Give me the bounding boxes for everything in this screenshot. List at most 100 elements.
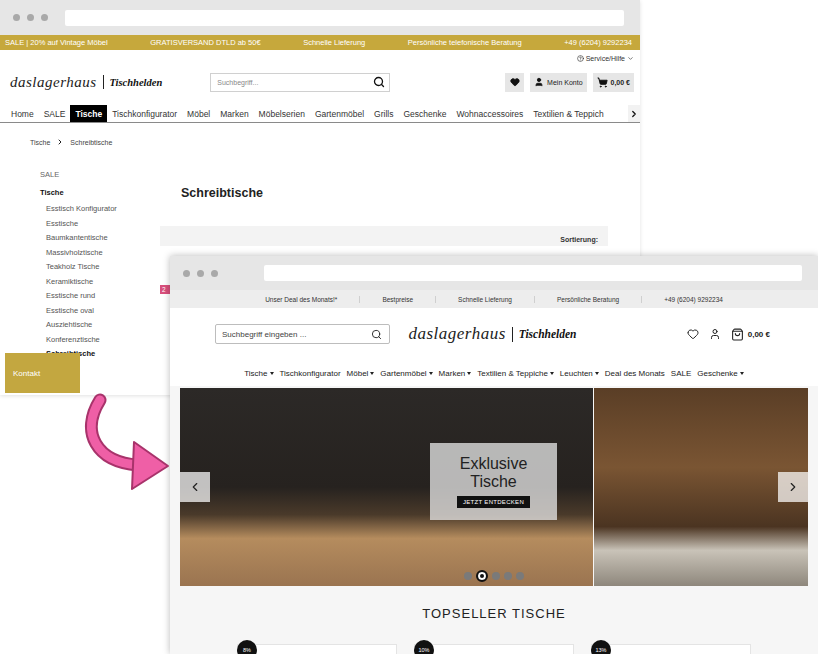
sidebar-item[interactable]: Esstische rund — [40, 289, 160, 304]
contact-button[interactable]: Kontakt — [5, 353, 80, 393]
sidebar-item[interactable]: Konferenztische — [40, 333, 160, 348]
bag-icon — [731, 328, 744, 341]
sidebar-item[interactable]: Massivholztische — [40, 246, 160, 261]
slider-dot[interactable] — [492, 572, 500, 580]
product-cards: 8% 10% 13% — [237, 644, 751, 654]
product-card[interactable]: 13% — [591, 644, 751, 654]
main-nav: HomeSALETischeTischkonfiguratorMöbelMark… — [0, 105, 640, 123]
page-body: Exklusive TischeJETZT ENTDECKENTOPSELLER… — [170, 386, 818, 654]
transition-arrow-icon — [78, 392, 173, 492]
breadcrumb-separator-icon — [56, 138, 64, 146]
sidebar-item[interactable]: Esstische — [40, 217, 160, 232]
user-icon[interactable] — [709, 328, 721, 340]
info-item: Bestpreise — [359, 296, 435, 303]
nav-item[interactable]: Tische — [244, 369, 273, 378]
sidebar-item[interactable]: Ausziehtische — [40, 318, 160, 333]
nav-item[interactable]: Tische — [70, 105, 107, 122]
cart-button[interactable]: 0,00 € — [731, 328, 770, 341]
nav-item[interactable]: Grills — [369, 105, 398, 122]
sidebar-item[interactable]: Esstische oval — [40, 304, 160, 319]
nav-item[interactable]: Gartenmöbel — [310, 105, 369, 122]
nav-item[interactable]: Leuchten — [560, 369, 599, 378]
info-bar: Unser Deal des Monats!*BestpreiseSchnell… — [170, 290, 818, 308]
chevron-right-icon — [786, 480, 800, 494]
info-item: Persönliche Beratung — [534, 296, 641, 303]
search-field[interactable]: Suchbegriff eingeben ... — [215, 324, 390, 344]
chevron-left-icon — [188, 480, 202, 494]
nav-item[interactable]: Home — [6, 105, 39, 122]
nav-item[interactable]: Wohnaccessoires — [451, 105, 528, 122]
cart-button[interactable]: 0,00 € — [593, 73, 634, 92]
nav-item[interactable]: SALE — [39, 105, 71, 122]
nav-item[interactable]: Tischkonfigurator — [280, 369, 341, 378]
slider-dot[interactable] — [464, 572, 472, 580]
sidebar-item[interactable]: Teakholz Tische — [40, 260, 160, 275]
new-shop-window: Unser Deal des Monats!*BestpreiseSchnell… — [170, 256, 818, 654]
url-bar[interactable] — [264, 265, 802, 281]
heart-icon[interactable] — [687, 328, 699, 340]
promo-item: +49 (6204) 9292234 — [564, 38, 632, 47]
nav-item[interactable]: Textilien & Teppich — [528, 105, 608, 122]
logo-brand: Tischhelden — [110, 77, 163, 88]
info-item: Unser Deal des Monats!* — [243, 296, 359, 303]
nav-item[interactable]: Gartenmöbel — [380, 369, 432, 378]
caret-icon — [467, 372, 471, 375]
nav-item[interactable]: SALE — [671, 369, 691, 378]
category-sidebar: SALETischeEsstisch KonfiguratorEsstische… — [0, 168, 160, 362]
hero-photo — [594, 388, 808, 586]
product-card[interactable]: 8% — [237, 644, 397, 654]
search-field[interactable]: Suchbegriff... — [210, 73, 390, 92]
header-icons: 0,00 € — [577, 328, 770, 341]
sidebar-item[interactable]: Baumkantentische — [40, 231, 160, 246]
sidebar-item[interactable]: Keramiktische — [40, 275, 160, 290]
search-icon[interactable] — [371, 329, 382, 340]
section-title: TOPSELLER TISCHE — [422, 606, 565, 622]
logo[interactable]: daslagerhausTischhelden — [10, 74, 162, 91]
info-item: +49 (6204) 9292234 — [641, 296, 745, 303]
heart-icon — [510, 77, 520, 87]
promo-item: Persönliche telefonische Beratung — [408, 38, 522, 47]
nav-item[interactable]: Möbel — [182, 105, 215, 122]
nav-item[interactable]: Marken — [439, 369, 472, 378]
logo[interactable]: daslagerhausTischhelden — [408, 324, 576, 344]
service-link[interactable]: Service/Hilfe — [0, 50, 640, 67]
window-dot[interactable] — [27, 14, 34, 21]
wishlist-button[interactable] — [505, 73, 524, 92]
window-dot[interactable] — [183, 270, 190, 277]
search-icon[interactable] — [373, 76, 385, 88]
slider-dot[interactable] — [476, 570, 488, 582]
product-card[interactable]: 10% — [414, 644, 574, 654]
logo-divider — [512, 327, 513, 342]
sidebar-item[interactable]: SALE — [40, 168, 160, 183]
prev-slide-button[interactable] — [180, 472, 210, 502]
slider-dot[interactable] — [516, 572, 524, 580]
url-bar[interactable] — [65, 10, 624, 26]
nav-item[interactable]: Tischkonfigurator — [107, 105, 182, 122]
logo-name: daslagerhaus — [408, 324, 505, 344]
sidebar-item[interactable]: Esstisch Konfigurator — [40, 202, 160, 217]
account-button[interactable]: Mein Konto — [530, 73, 586, 92]
window-dot[interactable] — [13, 14, 20, 21]
nav-scroll-button[interactable] — [628, 105, 640, 122]
promo-item: SALE | 20% auf Vintage Möbel — [5, 38, 108, 47]
breadcrumb-item[interactable]: Schreibtische — [70, 139, 112, 146]
nav-item[interactable]: Textilien & Teppiche — [477, 369, 554, 378]
nav-item[interactable]: Geschenke — [398, 105, 451, 122]
next-slide-button[interactable] — [778, 472, 808, 502]
window-dot[interactable] — [197, 270, 204, 277]
window-dot[interactable] — [211, 270, 218, 277]
sort-bar[interactable]: Sortierung: — [160, 226, 608, 246]
window-dot[interactable] — [41, 14, 48, 21]
sidebar-item[interactable]: Tische — [40, 186, 160, 201]
nav-item[interactable]: Möbelserien — [254, 105, 310, 122]
nav-item[interactable]: Möbel — [347, 369, 375, 378]
slider-dot[interactable] — [504, 572, 512, 580]
nav-item[interactable]: Geschenke — [697, 369, 743, 378]
promo-bar: SALE | 20% auf Vintage MöbelGRATISVERSAN… — [0, 35, 640, 50]
logo-divider — [103, 75, 104, 89]
nav-item[interactable]: Marken — [215, 105, 253, 122]
caret-icon — [595, 372, 599, 375]
hero-button[interactable]: JETZT ENTDECKEN — [457, 496, 530, 508]
breadcrumb-item[interactable]: Tische — [30, 139, 50, 146]
nav-item[interactable]: Deal des Monats — [605, 369, 665, 378]
